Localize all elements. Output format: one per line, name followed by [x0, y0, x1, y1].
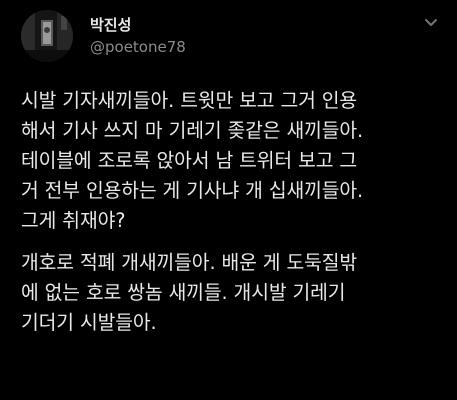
display-name[interactable]: 박진성 [90, 15, 186, 35]
tweet-line: 테이블에 조로록 앉아서 남 트위터 보고 그 [21, 149, 358, 172]
tweet-line: 거 전부 인용하는 게 기사냐 개 십새끼들아. [21, 179, 364, 202]
tweet-line: 개호로 적폐 개새끼들아. 배운 게 도둑질밖 [21, 251, 358, 274]
tweet-line: 시발 기자새끼들아. 트윗만 보고 그거 인용 [21, 89, 358, 112]
author-names: 박진성 @poetone78 [90, 15, 186, 57]
tweet-paragraph: 개호로 적폐 개새끼들아. 배운 게 도둑질밖 에 없는 호로 쌍놈 새끼들. … [21, 248, 451, 338]
tweet-line: 해서 기사 쓰지 마 기레기 좆같은 새끼들아. [21, 119, 364, 142]
tweet-text: 시발 기자새끼들아. 트윗만 보고 그거 인용 해서 기사 쓰지 마 기레기 좆… [21, 86, 451, 338]
tweet-paragraph: 시발 기자새끼들아. 트윗만 보고 그거 인용 해서 기사 쓰지 마 기레기 좆… [21, 86, 451, 236]
tweet-line: 기더기 시발들아. [21, 311, 157, 334]
avatar-photo-icon [21, 10, 73, 62]
tweet-card: 박진성 @poetone78 시발 기자새끼들아. 트윗만 보고 그거 인용 해… [0, 0, 457, 400]
tweet-header: 박진성 @poetone78 [21, 10, 186, 62]
tweet-line: 에 없는 호로 쌍놈 새끼들. 개시발 기레기 [21, 281, 346, 304]
username-handle[interactable]: @poetone78 [90, 37, 186, 57]
avatar[interactable] [21, 10, 73, 62]
chevron-down-icon[interactable] [421, 12, 441, 32]
tweet-line: 그게 취재야? [21, 209, 126, 232]
